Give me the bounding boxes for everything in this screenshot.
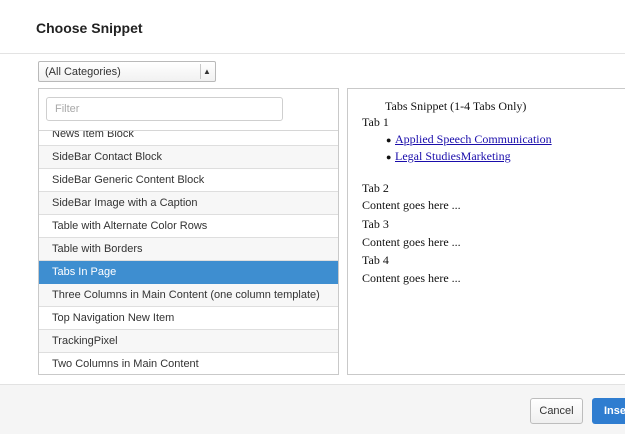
- preview-tab2-label: Tab 2: [362, 181, 389, 195]
- preview-link[interactable]: Applied Speech Communication: [395, 132, 552, 147]
- bullet-icon: ●: [386, 135, 392, 145]
- preview-tab4-label: Tab 4: [362, 253, 389, 267]
- snippet-item[interactable]: Top Navigation New Item: [39, 307, 338, 330]
- dialog-footer: Cancel Insert: [0, 384, 625, 434]
- snippet-item[interactable]: SideBar Image with a Caption: [39, 192, 338, 215]
- snippet-item[interactable]: SideBar Contact Block: [39, 146, 338, 169]
- preview-tab1-label: Tab 1: [362, 115, 389, 129]
- category-select-value: (All Categories): [45, 66, 121, 78]
- preview-tab4-content: Content goes here ...: [362, 271, 461, 285]
- category-select[interactable]: (All Categories) ▲: [38, 61, 216, 82]
- dialog-title: Choose Snippet: [36, 20, 143, 36]
- snippet-preview: Tabs Snippet (1-4 Tabs Only) Tab 1 ● App…: [347, 88, 625, 375]
- snippet-item[interactable]: Table with Alternate Color Rows: [39, 215, 338, 238]
- insert-button[interactable]: Insert: [592, 398, 625, 424]
- preview-heading: Tabs Snippet (1-4 Tabs Only): [385, 99, 527, 113]
- preview-tab3-content: Content goes here ...: [362, 235, 461, 249]
- preview-tab3-label: Tab 3: [362, 217, 389, 231]
- dialog-header: Choose Snippet: [0, 0, 625, 54]
- snippet-list: News Item Block SideBar Contact Block Side…: [39, 123, 338, 374]
- snippet-list-panel: News Item Block SideBar Contact Block Side…: [38, 88, 339, 375]
- select-arrows-icon: ▲: [200, 64, 213, 79]
- snippet-item[interactable]: Table with Borders: [39, 238, 338, 261]
- bullet-icon: ●: [386, 152, 392, 162]
- filter-input[interactable]: [46, 97, 283, 121]
- snippet-item[interactable]: TrackingPixel: [39, 330, 338, 353]
- cancel-button[interactable]: Cancel: [530, 398, 583, 424]
- preview-link[interactable]: Legal StudiesMarketing: [395, 149, 511, 164]
- snippet-item[interactable]: Three Columns in Main Content (one colum…: [39, 284, 338, 307]
- snippet-item[interactable]: Two Columns in Main Content: [39, 353, 338, 374]
- snippet-item[interactable]: Tabs In Page: [39, 261, 338, 284]
- snippet-item[interactable]: SideBar Generic Content Block: [39, 169, 338, 192]
- filter-bar: [39, 89, 338, 131]
- preview-tab2-content: Content goes here ...: [362, 198, 461, 212]
